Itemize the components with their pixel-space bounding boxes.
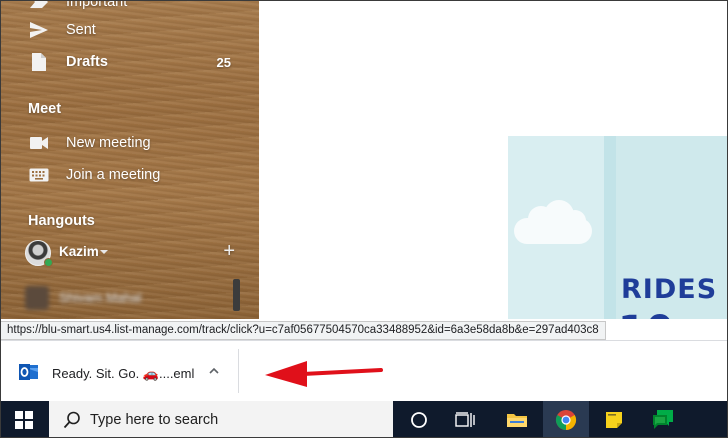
sidebar-item-label: Important [66, 1, 128, 10]
search-icon [63, 411, 81, 429]
link-status-url: https://blu-smart.us4.list-manage.com/tr… [1, 321, 606, 340]
folder-icon [507, 414, 527, 427]
add-contact-icon[interactable]: + [223, 241, 235, 261]
promo-headline: RIDES [621, 274, 718, 305]
sidebar-item-sent[interactable]: Sent [1, 15, 259, 45]
videocam-icon [29, 133, 49, 153]
file-explorer-button[interactable] [494, 401, 540, 437]
contact-name: Shivam Mahal [59, 290, 142, 305]
hangouts-contact-item[interactable]: Shivam Mahal [23, 284, 237, 314]
cortana-icon [411, 412, 427, 428]
hangouts-user-name: Kazim [59, 244, 99, 259]
sidebar-item-label: Drafts [66, 54, 108, 70]
contact-avatar [25, 286, 49, 310]
sidebar-item-drafts[interactable]: Drafts 25 [1, 47, 259, 77]
download-item[interactable]: Ready. Sit. Go. 🚗....eml [15, 351, 229, 391]
start-button[interactable] [1, 401, 47, 437]
search-placeholder: Type here to search [90, 412, 219, 428]
new-meeting-label: New meeting [66, 135, 151, 151]
chevron-up-icon[interactable] [208, 364, 220, 376]
windows-icon [15, 411, 33, 429]
email-content: RIDES 10 [259, 1, 727, 319]
annotation-arrow [263, 353, 383, 389]
divider [238, 349, 239, 393]
google-chat-icon [653, 410, 673, 429]
hangouts-user-row[interactable]: Kazim + [23, 240, 237, 267]
hangouts-chat-button[interactable] [640, 401, 686, 437]
sticky-notes-button[interactable] [591, 401, 637, 437]
important-icon [29, 1, 49, 12]
download-file-name: Ready. Sit. Go. 🚗....eml [52, 366, 195, 381]
join-meeting-label: Join a meeting [66, 167, 161, 183]
screen: Important Sent Drafts 25 Meet New meetin… [0, 0, 728, 438]
sidebar-scrollbar[interactable] [233, 279, 240, 311]
task-view-button[interactable] [442, 401, 488, 437]
sticky-notes-icon [606, 412, 622, 428]
promo-image: RIDES 10 [508, 136, 727, 319]
chrome-icon [555, 410, 577, 431]
cloud-graphic [514, 200, 592, 244]
hangouts-heading: Hangouts [28, 213, 95, 229]
promo-pole [604, 136, 616, 319]
download-bar: Ready. Sit. Go. 🚗....eml [1, 340, 727, 401]
send-icon [29, 20, 49, 40]
sidebar: Important Sent Drafts 25 Meet New meetin… [1, 1, 259, 319]
cortana-button[interactable] [396, 401, 442, 437]
outlook-file-icon [19, 363, 39, 381]
task-view-icon [455, 412, 475, 427]
meet-heading: Meet [28, 101, 62, 117]
chrome-button[interactable] [543, 401, 589, 437]
online-status-icon [44, 258, 53, 267]
drafts-count: 25 [216, 54, 231, 70]
taskbar: Type here to search [1, 401, 727, 437]
chevron-down-icon[interactable] [100, 250, 108, 254]
draft-icon [29, 52, 49, 72]
keyboard-icon [29, 165, 49, 185]
promo-big-text: 10 [618, 308, 674, 319]
taskbar-search-box[interactable]: Type here to search [49, 401, 393, 437]
sidebar-item-label: Sent [66, 22, 96, 38]
join-meeting-button[interactable]: Join a meeting [1, 160, 259, 190]
new-meeting-button[interactable]: New meeting [1, 128, 259, 158]
